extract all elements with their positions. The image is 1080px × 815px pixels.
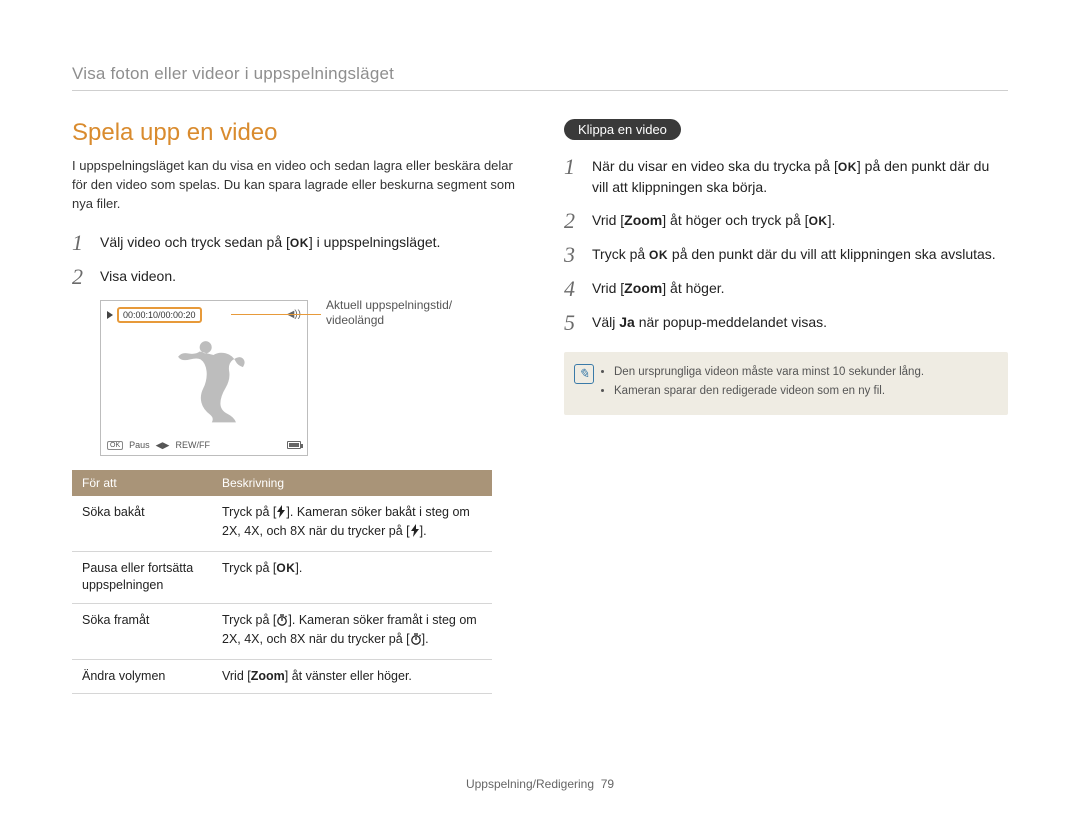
step2-text-a: Vrid [ bbox=[592, 212, 624, 228]
ok-icon: OK bbox=[838, 160, 857, 174]
right-step-3: 3 Tryck på OK på den punkt där du vill a… bbox=[564, 244, 1008, 266]
zoom-label: Zoom bbox=[624, 212, 662, 228]
table-head-a: För att bbox=[72, 470, 212, 496]
intro-text: I uppspelningsläget kan du visa en video… bbox=[72, 157, 516, 214]
section-heading: Spela upp en video bbox=[72, 119, 516, 147]
footer-page: 79 bbox=[601, 777, 614, 791]
table-head-b: Beskrivning bbox=[212, 470, 492, 496]
step5-text-b: när popup-meddelandet visas. bbox=[635, 314, 827, 330]
right-step-1: 1 När du visar en video ska du trycka på… bbox=[564, 156, 1008, 198]
step2-text-c: ]. bbox=[828, 212, 836, 228]
step1-text-a: Välj video och tryck sedan på [ bbox=[100, 234, 290, 250]
cell-text: Tryck på [ bbox=[222, 505, 276, 519]
row-label: Ändra volymen bbox=[72, 659, 212, 694]
right-step-2: 2 Vrid [Zoom] åt höger och tryck på [OK]… bbox=[564, 210, 1008, 232]
table-row: Pausa eller fortsätta uppspelningen Tryc… bbox=[72, 551, 492, 603]
cell-text: Vrid [ bbox=[222, 669, 251, 683]
step3-text-a: Tryck på bbox=[592, 246, 649, 262]
timer-icon bbox=[276, 613, 288, 632]
step-number: 3 bbox=[564, 244, 582, 266]
left-step-1: 1 Välj video och tryck sedan på [OK] i u… bbox=[72, 232, 516, 254]
ok-icon: OK bbox=[809, 214, 828, 228]
cell-text: ] åt vänster eller höger. bbox=[285, 669, 412, 683]
step4-text-a: Vrid [ bbox=[592, 280, 624, 296]
step1-text-b: ] i uppspelningsläget. bbox=[309, 234, 441, 250]
flash-icon bbox=[276, 505, 286, 524]
step1-text-a: När du visar en video ska du trycka på [ bbox=[592, 158, 838, 174]
step4-text-b: ] åt höger. bbox=[662, 280, 724, 296]
row-label: Söka framåt bbox=[72, 603, 212, 659]
step-number: 2 bbox=[564, 210, 582, 232]
step-number: 1 bbox=[72, 232, 90, 254]
flash-icon bbox=[410, 524, 420, 543]
breadcrumb: Visa foton eller videor i uppspelningslä… bbox=[72, 64, 1008, 91]
cell-text: ]. bbox=[295, 561, 302, 575]
step3-text-b: på den punkt där du vill att klippningen… bbox=[668, 246, 996, 262]
left-step-2: 2 Visa videon. bbox=[72, 266, 516, 288]
playback-time: 00:00:10/00:00:20 bbox=[117, 307, 202, 323]
timer-icon bbox=[410, 632, 422, 651]
ok-badge: OK bbox=[107, 441, 123, 450]
ok-icon: OK bbox=[276, 561, 295, 575]
dancer-silhouette bbox=[101, 335, 307, 433]
step2-text-b: ] åt höger och tryck på [ bbox=[662, 212, 808, 228]
step2-text: Visa videon. bbox=[100, 266, 516, 287]
note-item: Den ursprungliga videon måste vara minst… bbox=[614, 364, 994, 381]
page-footer: Uppspelning/Redigering 79 bbox=[0, 777, 1080, 791]
step-number: 5 bbox=[564, 312, 582, 334]
rewff-label: REW/FF bbox=[175, 440, 210, 450]
cell-text: Tryck på [ bbox=[222, 613, 276, 627]
table-row: Söka bakåt Tryck på []. Kameran söker ba… bbox=[72, 496, 492, 552]
note-box: ✎ Den ursprungliga videon måste vara min… bbox=[564, 352, 1008, 415]
step-number: 1 bbox=[564, 156, 582, 178]
zoom-label: Zoom bbox=[624, 280, 662, 296]
left-column: Spela upp en video I uppspelningsläget k… bbox=[72, 119, 516, 694]
right-step-4: 4 Vrid [Zoom] åt höger. bbox=[564, 278, 1008, 300]
controls-table: För att Beskrivning Söka bakåt Tryck på … bbox=[72, 470, 492, 695]
camera-screen: 00:00:10/00:00:20 ◀)) OK Paus ◀▶ REW/FF bbox=[100, 300, 308, 456]
right-column: Klippa en video 1 När du visar en video … bbox=[564, 119, 1008, 694]
note-icon: ✎ bbox=[574, 364, 594, 384]
right-step-5: 5 Välj Ja när popup-meddelandet visas. bbox=[564, 312, 1008, 334]
row-label: Pausa eller fortsätta uppspelningen bbox=[72, 551, 212, 603]
ok-icon: OK bbox=[649, 248, 668, 262]
table-row: Söka framåt Tryck på []. Kameran söker f… bbox=[72, 603, 492, 659]
subsection-pill: Klippa en video bbox=[564, 119, 681, 140]
cell-text: Tryck på [ bbox=[222, 561, 276, 575]
step-number: 2 bbox=[72, 266, 90, 288]
row-label: Söka bakåt bbox=[72, 496, 212, 552]
ok-icon: OK bbox=[290, 236, 309, 250]
step5-text-a: Välj bbox=[592, 314, 619, 330]
ja-label: Ja bbox=[619, 314, 635, 330]
battery-icon bbox=[287, 441, 301, 449]
note-item: Kameran sparar den redigerade videon som… bbox=[614, 383, 994, 400]
screen-illustration-wrap: 00:00:10/00:00:20 ◀)) OK Paus ◀▶ REW/FF bbox=[100, 300, 516, 456]
table-row: Ändra volymen Vrid [Zoom] åt vänster ell… bbox=[72, 659, 492, 694]
play-icon bbox=[107, 311, 113, 319]
volume-icon: ◀)) bbox=[287, 309, 301, 320]
step-number: 4 bbox=[564, 278, 582, 300]
footer-section: Uppspelning/Redigering bbox=[466, 777, 594, 791]
screen-annotation: Aktuell uppspelningstid/ videolängd bbox=[326, 298, 452, 329]
cell-text: ]. bbox=[422, 632, 429, 646]
cell-text: ]. bbox=[420, 524, 427, 538]
pause-label: Paus bbox=[129, 440, 150, 450]
arrows-icon: ◀▶ bbox=[156, 440, 170, 451]
zoom-label: Zoom bbox=[251, 669, 285, 683]
